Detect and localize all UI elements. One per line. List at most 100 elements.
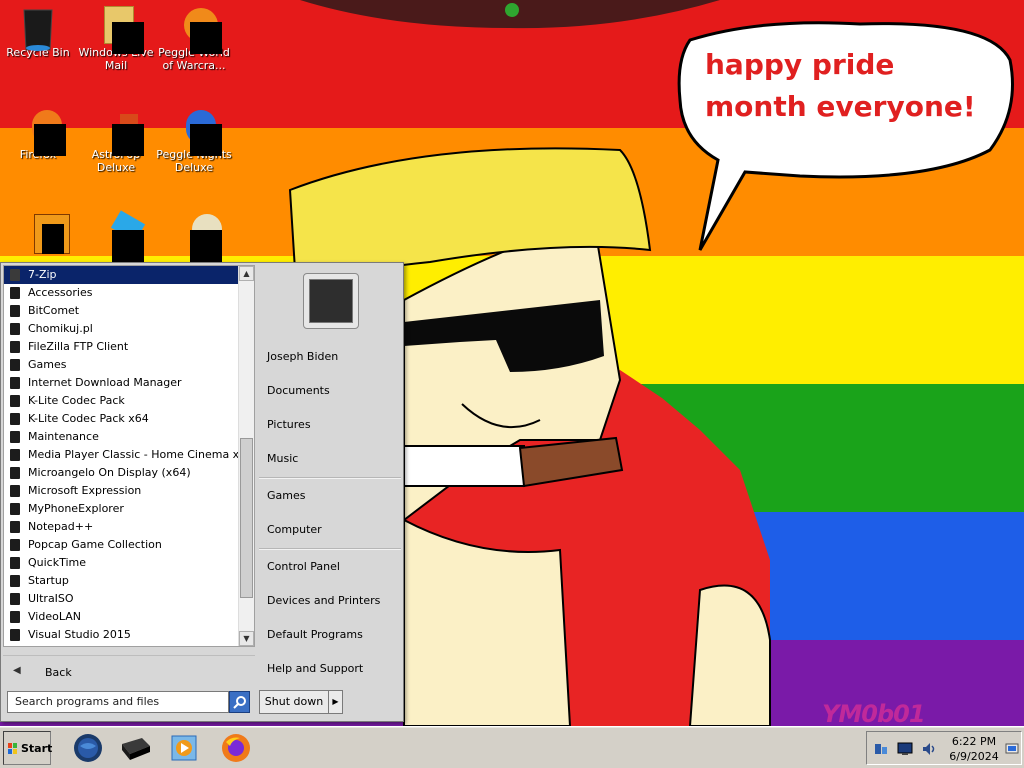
program-list-scrollbar[interactable]: ▲ ▼ — [238, 266, 254, 646]
taskbar-media-player-button[interactable] — [168, 732, 200, 764]
program-folder-icon — [10, 341, 20, 353]
program-folder-label: VideoLAN — [28, 610, 81, 623]
user-picture[interactable] — [303, 273, 359, 329]
back-button[interactable]: ◀ Back — [3, 655, 255, 687]
scroll-down-button[interactable]: ▼ — [239, 631, 254, 646]
program-folder-label: 7-Zip — [28, 268, 57, 281]
start-label: Start — [21, 742, 53, 755]
program-folder-item[interactable]: Visual Studio 2015 — [4, 626, 240, 644]
start-item-pictures[interactable]: Pictures — [267, 415, 401, 435]
program-folder-item[interactable]: MyPhoneExplorer — [4, 500, 240, 518]
taskbar-globe-button[interactable] — [72, 732, 104, 764]
firefox-icon — [222, 734, 250, 762]
program-folder-icon — [10, 575, 20, 587]
program-folder-label: Media Player Classic - Home Cinema x64 — [28, 448, 240, 461]
start-item-control-panel[interactable]: Control Panel — [267, 557, 401, 577]
astropop-icon — [98, 108, 144, 156]
windows-logo-icon — [8, 743, 17, 754]
display-tray-icon[interactable] — [897, 742, 913, 756]
desktop-icon-astropop[interactable]: AstroPop Deluxe — [78, 108, 154, 174]
program-folder-icon — [10, 539, 20, 551]
search-input[interactable]: Search programs and files — [7, 691, 229, 713]
avatar — [309, 279, 353, 323]
desktop-icon-ie[interactable] — [78, 210, 154, 262]
program-folder-label: MyPhoneExplorer — [28, 502, 124, 515]
divider — [259, 477, 401, 479]
show-desktop-icon[interactable] — [1005, 742, 1019, 756]
program-folder-icon — [10, 557, 20, 569]
program-folder-item[interactable]: Internet Download Manager — [4, 374, 240, 392]
program-folder-item[interactable]: BitComet — [4, 302, 240, 320]
scroll-thumb[interactable] — [240, 438, 253, 598]
program-folder-label: Games — [28, 358, 67, 371]
program-folder-item[interactable]: Microsoft Expression — [4, 482, 240, 500]
program-folder-icon — [10, 485, 20, 497]
desktop-icon-flower[interactable] — [156, 212, 232, 262]
program-folder-icon — [10, 611, 20, 623]
program-folder-item[interactable]: Media Player Classic - Home Cinema x64 — [4, 446, 240, 464]
program-folder-label: K-Lite Codec Pack x64 — [28, 412, 149, 425]
start-item-computer[interactable]: Computer — [267, 520, 401, 540]
desktop-icon-peggle-nights[interactable]: Peggle Nights Deluxe — [156, 108, 232, 174]
back-arrow-icon: ◀ — [13, 665, 21, 676]
program-folder-item[interactable]: Chomikuj.pl — [4, 320, 240, 338]
program-folder-item[interactable]: FileZilla FTP Client — [4, 338, 240, 356]
taskbar-firefox-button[interactable] — [220, 732, 252, 764]
program-folder-item[interactable]: UltraISO — [4, 590, 240, 608]
start-item-documents[interactable]: Documents — [267, 381, 401, 401]
program-folder-icon — [10, 449, 20, 461]
program-list: 7-Zip Accessories BitComet Chomikuj.pl FileZ… — [4, 266, 240, 646]
program-folder-item[interactable]: Popcap Game Collection — [4, 536, 240, 554]
desktop-icon-recycle-bin[interactable]: Recycle Bin — [0, 6, 76, 59]
shutdown-options-button[interactable]: ▶ — [329, 690, 343, 714]
program-folder-label: BitComet — [28, 304, 80, 317]
start-item-games[interactable]: Games — [267, 486, 401, 506]
program-folder-label: FileZilla FTP Client — [28, 340, 129, 353]
program-folder-icon — [10, 323, 20, 335]
desktop-icon-firefox[interactable]: Firefox — [0, 108, 76, 161]
peggle-icon — [176, 6, 222, 54]
recycle-bin-icon — [20, 6, 56, 51]
start-button[interactable]: Start — [3, 731, 53, 765]
program-folder-item[interactable]: K-Lite Codec Pack x64 — [4, 410, 240, 428]
program-folder-item[interactable]: 7-Zip — [4, 266, 240, 284]
program-folder-item[interactable]: Games — [4, 356, 240, 374]
start-item-user[interactable]: Joseph Biden — [267, 347, 401, 367]
divider — [259, 548, 401, 550]
program-folder-label: Microangelo On Display (x64) — [28, 466, 191, 479]
desktop-icon-expression[interactable] — [0, 212, 76, 254]
search-button[interactable] — [229, 691, 250, 713]
taskbar: Start 6:22 PM 6/9/2024 — [0, 726, 1024, 768]
program-folder-icon — [10, 467, 20, 479]
scroll-up-button[interactable]: ▲ — [239, 266, 254, 281]
flower-icon — [176, 212, 222, 262]
volume-tray-icon[interactable] — [921, 742, 937, 756]
program-folder-item[interactable]: Notepad++ — [4, 518, 240, 536]
search-icon — [233, 696, 246, 709]
program-folder-icon — [10, 413, 20, 425]
desktop-icon-peggle-wow[interactable]: Peggle World of Warcra... — [156, 6, 232, 72]
program-folder-item[interactable]: Startup — [4, 572, 240, 590]
start-item-devices-printers[interactable]: Devices and Printers — [267, 591, 401, 611]
peggle-nights-icon — [176, 108, 222, 156]
program-folder-icon — [10, 269, 20, 281]
shutdown-button[interactable]: Shut down — [259, 690, 329, 714]
program-folder-item[interactable]: K-Lite Codec Pack — [4, 392, 240, 410]
program-folder-label: QuickTime — [28, 556, 87, 569]
start-item-music[interactable]: Music — [267, 449, 401, 469]
program-folder-item[interactable]: VideoLAN — [4, 608, 240, 626]
start-item-default-programs[interactable]: Default Programs — [267, 625, 401, 645]
program-folder-icon — [10, 287, 20, 299]
program-folder-item[interactable]: QuickTime — [4, 554, 240, 572]
desktop-icon-windows-live-mail[interactable]: Windows Live Mail — [78, 6, 154, 72]
program-folder-item[interactable]: Microangelo On Display (x64) — [4, 464, 240, 482]
clock-time[interactable]: 6:22 PM — [947, 735, 1001, 748]
device-icon — [122, 738, 150, 760]
start-item-help-support[interactable]: Help and Support — [267, 659, 401, 679]
network-tray-icon[interactable] — [873, 742, 889, 756]
clock-date[interactable]: 6/9/2024 — [947, 750, 1001, 763]
program-folder-item[interactable]: Accessories — [4, 284, 240, 302]
taskbar-device-button[interactable] — [120, 732, 152, 764]
program-folder-label: Popcap Game Collection — [28, 538, 162, 551]
program-folder-item[interactable]: Maintenance — [4, 428, 240, 446]
